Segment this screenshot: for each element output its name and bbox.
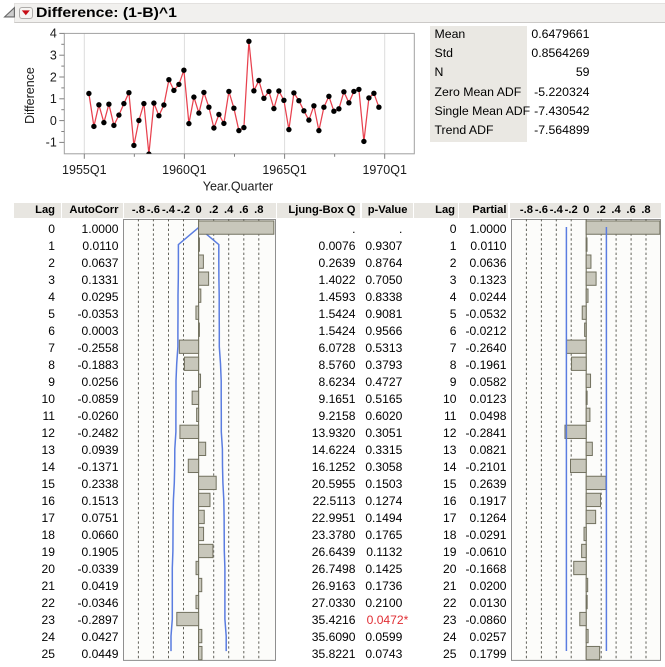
svg-text:-1: -1 (46, 136, 57, 150)
svg-text:1960Q1: 1960Q1 (162, 163, 207, 177)
svg-text:1955Q1: 1955Q1 (62, 163, 107, 177)
svg-text:4: 4 (50, 27, 57, 41)
svg-text:1965Q1: 1965Q1 (262, 163, 307, 177)
svg-text:Difference: Difference (23, 67, 37, 124)
svg-text:1: 1 (50, 92, 57, 106)
svg-text:1970Q1: 1970Q1 (362, 163, 407, 177)
svg-text:0: 0 (50, 114, 57, 128)
svg-text:2: 2 (50, 70, 57, 84)
svg-text:3: 3 (50, 49, 57, 63)
svg-text:Year.Quarter: Year.Quarter (203, 180, 273, 194)
